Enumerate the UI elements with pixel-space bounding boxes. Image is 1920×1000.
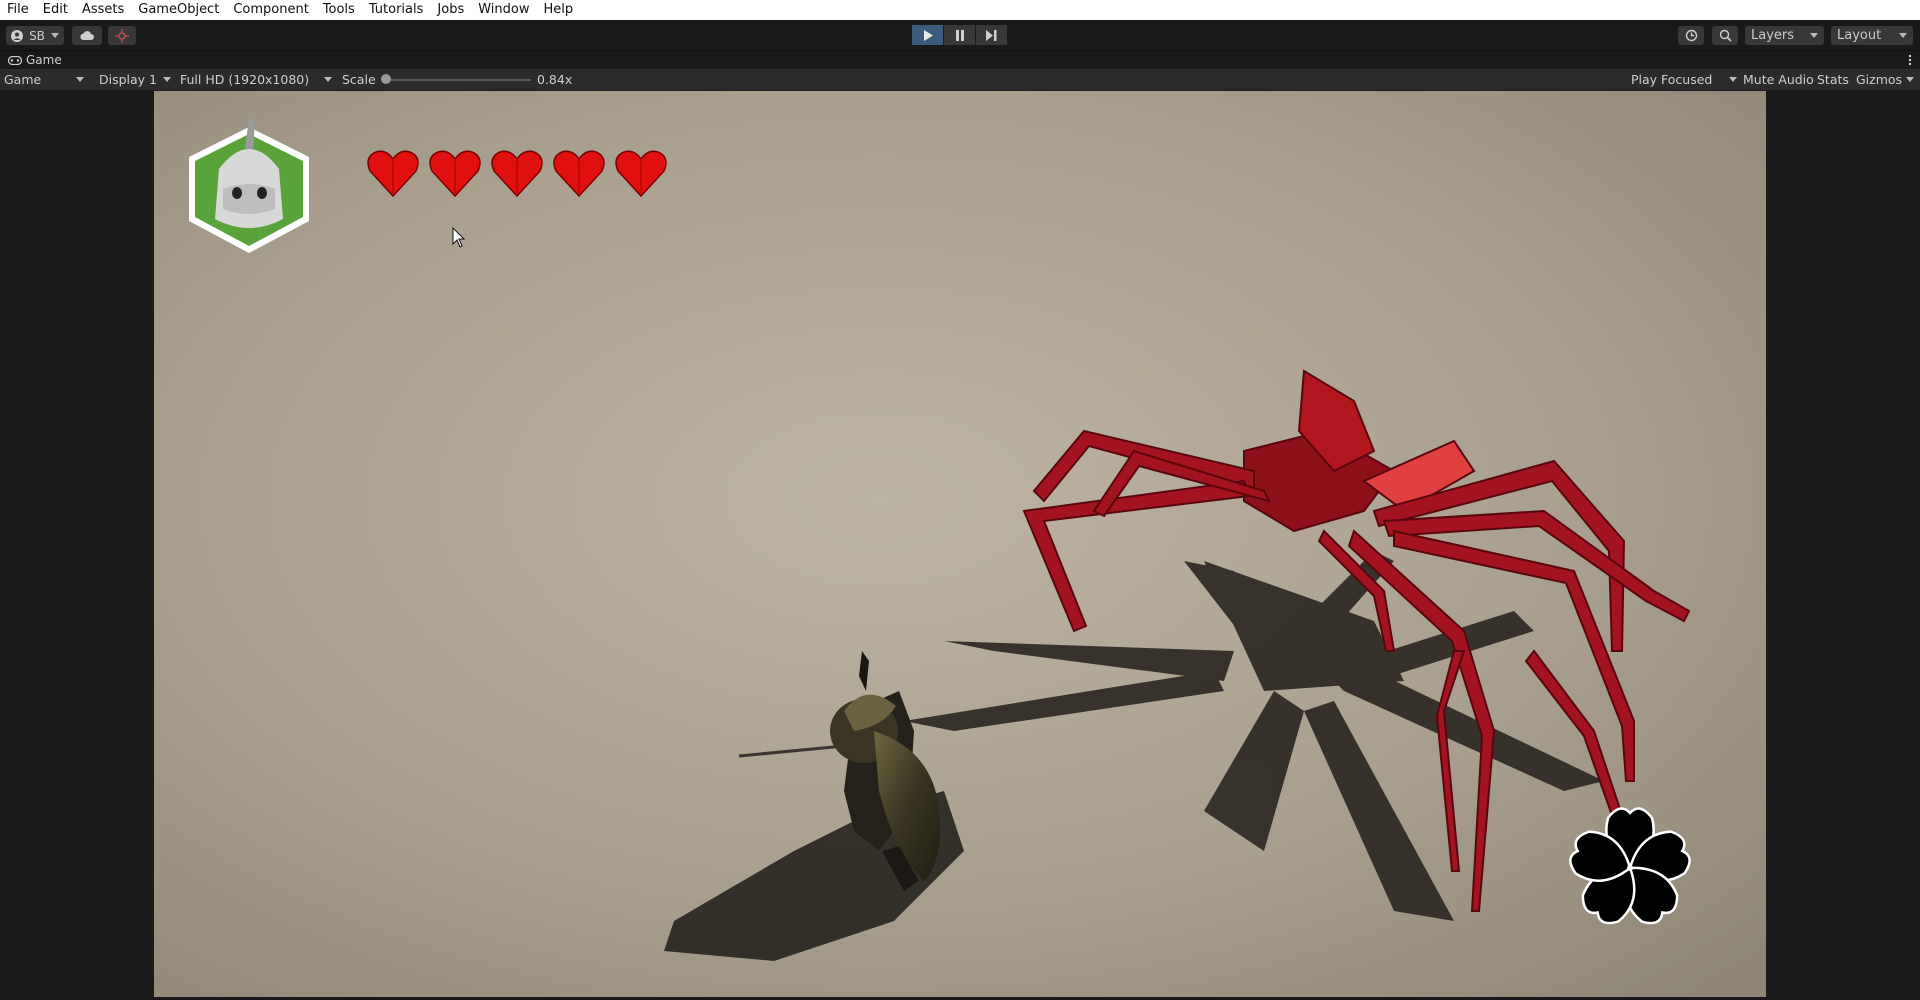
menu-tutorials[interactable]: Tutorials — [362, 0, 431, 20]
heart-icon — [553, 150, 605, 198]
display-dropdown[interactable]: Display 1 — [99, 69, 171, 90]
cloud-icon — [80, 31, 94, 40]
scale-label: Scale — [342, 72, 376, 87]
game-scene — [154, 91, 1766, 997]
layout-dropdown[interactable]: Layout — [1831, 26, 1913, 45]
viewport-letterbox-right — [1766, 91, 1920, 997]
main-toolbar: SB Layers Layout — [0, 20, 1920, 51]
menu-bar: File Edit Assets GameObject Component Tools Tu… — [0, 0, 1920, 20]
play-button[interactable] — [912, 25, 943, 45]
mute-audio-button[interactable]: Mute Audio — [1743, 69, 1814, 90]
user-icon — [11, 29, 24, 42]
stats-button[interactable]: Stats — [1817, 69, 1849, 90]
gizmos-dropdown[interactable]: Gizmos — [1856, 69, 1914, 90]
collab-button[interactable] — [108, 26, 136, 45]
heart-icon — [367, 150, 419, 198]
chevron-down-icon — [1899, 33, 1907, 38]
chevron-down-icon — [1729, 77, 1737, 82]
history-button[interactable] — [1678, 26, 1704, 45]
step-icon — [986, 29, 997, 41]
viewport-letterbox-left — [0, 91, 154, 997]
resolution-dropdown[interactable]: Full HD (1920x1080) — [180, 69, 332, 90]
game-view-toolbar: Game Display 1 Full HD (1920x1080) Scale… — [0, 69, 1920, 91]
chevron-down-icon — [324, 77, 332, 82]
play-icon — [923, 29, 933, 41]
sakura-emblem[interactable] — [1558, 796, 1703, 941]
scale-value: 0.84x — [537, 72, 573, 87]
sakura-emblem-icon — [1569, 807, 1691, 925]
kebab-menu-icon[interactable] — [1908, 53, 1912, 67]
search-button[interactable] — [1712, 26, 1738, 45]
scale-slider-thumb[interactable] — [381, 74, 391, 84]
character-portrait — [179, 109, 319, 259]
menu-assets[interactable]: Assets — [75, 0, 131, 20]
ground-plane — [154, 91, 1766, 997]
heart-icon — [615, 150, 667, 198]
heart-icon — [491, 150, 543, 198]
account-button[interactable]: SB — [6, 26, 64, 45]
chevron-down-icon — [1810, 33, 1818, 38]
layers-dropdown[interactable]: Layers — [1745, 26, 1824, 45]
game-tab-strip: Game — [0, 51, 1920, 69]
chevron-down-icon — [76, 77, 84, 82]
view-mode-label: Game — [4, 72, 42, 87]
menu-component[interactable]: Component — [226, 0, 315, 20]
gizmos-label: Gizmos — [1856, 72, 1903, 87]
play-focused-dropdown[interactable]: Play Focused — [1631, 69, 1737, 90]
menu-tools[interactable]: Tools — [316, 0, 362, 20]
menu-gameobject[interactable]: GameObject — [131, 0, 226, 20]
pause-button[interactable] — [944, 25, 975, 45]
layout-label: Layout — [1837, 28, 1882, 43]
game-viewport[interactable] — [154, 91, 1766, 997]
search-icon — [1719, 29, 1732, 42]
scale-slider-track — [385, 79, 531, 81]
resolution-label: Full HD (1920x1080) — [180, 72, 310, 87]
chevron-down-icon — [50, 33, 59, 38]
account-label: SB — [29, 28, 45, 43]
menu-edit[interactable]: Edit — [36, 0, 75, 20]
playmode-controls — [912, 25, 1008, 45]
play-focused-label: Play Focused — [1631, 72, 1713, 87]
character-portrait-icon — [189, 117, 309, 253]
mouse-cursor-icon — [452, 227, 466, 248]
layers-label: Layers — [1751, 28, 1795, 43]
sakura-center — [1627, 865, 1633, 871]
step-button[interactable] — [976, 25, 1007, 45]
pause-icon — [955, 29, 964, 41]
tab-game[interactable]: Game — [8, 51, 62, 69]
view-mode-dropdown[interactable]: Game — [4, 69, 88, 90]
collab-icon — [115, 28, 129, 43]
menu-help[interactable]: Help — [536, 0, 580, 20]
history-icon — [1685, 29, 1697, 42]
menu-window[interactable]: Window — [471, 0, 536, 20]
gamepad-icon — [8, 55, 22, 65]
heart-icon — [429, 150, 481, 198]
chevron-down-icon — [1906, 77, 1914, 82]
menu-jobs[interactable]: Jobs — [430, 0, 471, 20]
cloud-button[interactable] — [72, 26, 102, 45]
tab-game-label: Game — [26, 53, 62, 67]
scale-slider[interactable] — [381, 69, 531, 90]
chevron-down-icon — [163, 77, 171, 82]
health-hearts — [366, 149, 676, 199]
display-label: Display 1 — [99, 72, 158, 87]
menu-file[interactable]: File — [0, 0, 36, 20]
